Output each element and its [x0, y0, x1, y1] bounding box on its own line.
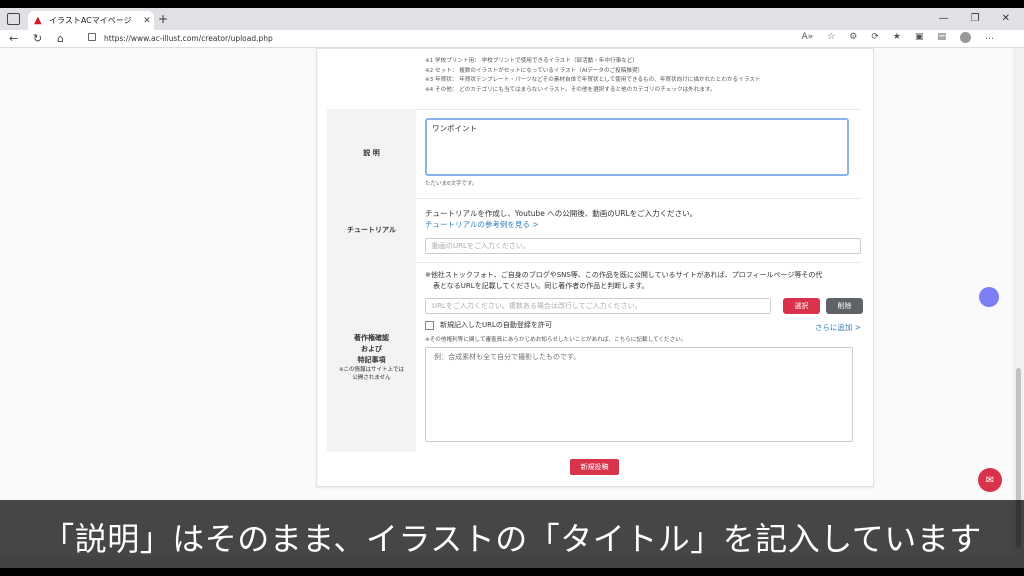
ac-logo-icon: ▲ [34, 14, 42, 26]
category-notes: ※1 学校プリント用： 学校プリントで使用できるイラスト（部活動・年中行事など）… [425, 57, 861, 117]
add-more-link[interactable]: さらに追加 > [815, 322, 861, 333]
char-count-note: ただいま6文字です。 [425, 181, 478, 187]
tutorial-label: チュートリアル [327, 198, 416, 262]
note-school: ※1 学校プリント用： 学校プリントで使用できるイラスト（部活動・年中行事など） [425, 58, 638, 64]
favorite-icon[interactable]: ☆ [827, 32, 835, 43]
url-field[interactable]: https://www.ac-illust.com/creator/upload… [84, 31, 804, 46]
copyright-instructions: ※他社ストックフォト、ご自身のブログやSNS等、この作品を既に公開しているサイト… [425, 270, 822, 292]
collections-icon[interactable]: ▣ [915, 32, 924, 43]
extensions-icon[interactable]: ⚙ [849, 32, 857, 43]
tutorial-body: チュートリアルを作成し、Youtube への公開後、動画のURLをご入力ください… [425, 198, 861, 262]
note-other: ※4 その他： どのカテゴリにも当てはまらないイラスト。その他を選択すると他のカ… [425, 86, 716, 93]
read-aloud-icon[interactable]: A» [802, 32, 814, 43]
video-subtitle: 「説明」はそのまま、イラストの「タイトル」を記入しています [42, 520, 982, 558]
auto-register-checkbox[interactable] [425, 320, 434, 330]
scrollbar[interactable] [1013, 48, 1024, 556]
auto-register-option[interactable]: 新規記入したURLの自動登録を許可 [425, 320, 552, 330]
letterbox-bottom [0, 568, 1024, 576]
page-content: ※1 学校プリント用： 学校プリントで使用できるイラスト（部活動・年中行事など）… [0, 48, 1013, 556]
copyright-label-line1: 著作権確認 [354, 333, 389, 342]
delete-button[interactable]: 削除 [826, 298, 863, 314]
refresh-icon[interactable]: ↻ [33, 32, 42, 45]
lock-icon [88, 33, 96, 41]
wallet-icon[interactable]: ▤ [937, 32, 946, 43]
url-text: https://www.ac-illust.com/creator/upload… [104, 34, 273, 43]
tab-title: イラストACマイページ [49, 16, 132, 25]
copyright-instruction-line1: ※他社ストックフォト、ご自身のブログやSNS等、この作品を既に公開しているサイト… [425, 271, 823, 279]
close-window-icon[interactable]: ✕ [1002, 13, 1010, 24]
copyright-body: ※他社ストックフォト、ご自身のブログやSNS等、この作品を既に公開しているサイト… [425, 262, 863, 452]
category-notes-row: ※1 学校プリント用： 学校プリントで使用できるイラスト（部活動・年中行事など）… [327, 49, 861, 110]
tab-close-icon[interactable]: ✕ [140, 16, 154, 26]
copyright-label-note2: 公開されません [352, 374, 391, 381]
tutorial-example-link[interactable]: チュートリアルの参考例を見る > [425, 219, 697, 230]
submit-button[interactable]: 新規投稿 [570, 459, 619, 475]
copyright-label-note1: ※この情報はサイト上では [338, 366, 405, 373]
window-controls: — ❐ ✕ [939, 13, 1010, 24]
description-textarea[interactable]: ワンポイント [425, 118, 849, 176]
source-url-input[interactable]: URLをご入力ください。複数ある場合は改行してご入力ください。 [425, 298, 771, 314]
address-bar-row: ← ↻ ⌂ https://www.ac-illust.com/creator/… [0, 30, 1024, 48]
tutorial-instruction: チュートリアルを作成し、Youtube への公開後、動画のURLをご入力ください… [425, 209, 698, 218]
home-icon[interactable]: ⌂ [57, 32, 64, 45]
auto-register-label: 新規記入したURLの自動登録を許可 [440, 321, 552, 329]
description-row: 説 明 ワンポイント ただいま6文字です。 [327, 109, 861, 199]
note-set: ※2 セット： 複数のイラストがセットになっているイラスト（AIデータのご投稿推… [425, 67, 644, 74]
notes-textarea[interactable] [425, 347, 853, 442]
notice-text: ※その他権利等に関して審査員にあらかじめお知らせしたいことがあれば、こちらに記載… [425, 337, 687, 343]
back-icon[interactable]: ← [9, 32, 18, 45]
profile-avatar[interactable] [960, 32, 971, 43]
note-newyear: ※3 年賀状： 年賀状テンプレート・パーツなどその素材自体で年賀状として使用でき… [425, 77, 761, 83]
messenger-icon[interactable]: ✉ [978, 468, 1002, 492]
tutorial-text: チュートリアルを作成し、Youtube への公開後、動画のURLをご入力ください… [425, 208, 697, 230]
copyright-row: 著作権確認 および 特記事項 ※この情報はサイト上では 公開されません ※他社ス… [327, 262, 863, 452]
favorites-icon[interactable]: ★ [893, 32, 901, 43]
description-body: ワンポイント ただいま6文字です。 [425, 109, 861, 198]
minimize-icon[interactable]: — [939, 13, 949, 24]
description-label: 説 明 [327, 109, 416, 198]
floating-cursor-circle [979, 287, 999, 307]
tab-actions-icon[interactable] [7, 13, 20, 25]
tutorial-row: チュートリアル チュートリアルを作成し、Youtube への公開後、動画のURL… [327, 198, 861, 263]
copyright-label-line2: および [361, 344, 382, 353]
new-tab-icon[interactable]: + [158, 12, 168, 26]
select-button[interactable]: 選択 [783, 298, 820, 314]
tab-bar: ▲ イラストACマイページ ✕ + — ❐ ✕ [0, 8, 1024, 30]
copyright-label: 著作権確認 および 特記事項 ※この情報はサイト上では 公開されません [327, 262, 416, 452]
toolbar-icons: A» ☆ ⚙ ⟳ ★ ▣ ▤ … [802, 32, 994, 43]
tab-active[interactable]: ▲ イラストACマイページ ✕ [28, 11, 154, 30]
tutorial-url-input[interactable]: 動画のURLをご入力ください。 [425, 238, 861, 254]
menu-icon[interactable]: … [985, 32, 994, 43]
browser-window: ▲ イラストACマイページ ✕ + — ❐ ✕ ← ↻ ⌂ https://ww… [0, 0, 1024, 576]
copyright-label-line3: 特記事項 [357, 355, 386, 364]
upload-form-card: ※1 学校プリント用： 学校プリントで使用できるイラスト（部活動・年中行事など）… [316, 48, 874, 487]
copyright-instruction-line2: 表となるURLを記載してください。同じ著作者の作品と判断します。 [433, 282, 649, 290]
restore-icon[interactable]: ❐ [971, 13, 980, 24]
refresh-ext-icon[interactable]: ⟳ [871, 32, 879, 43]
letterbox-top [0, 0, 1024, 8]
